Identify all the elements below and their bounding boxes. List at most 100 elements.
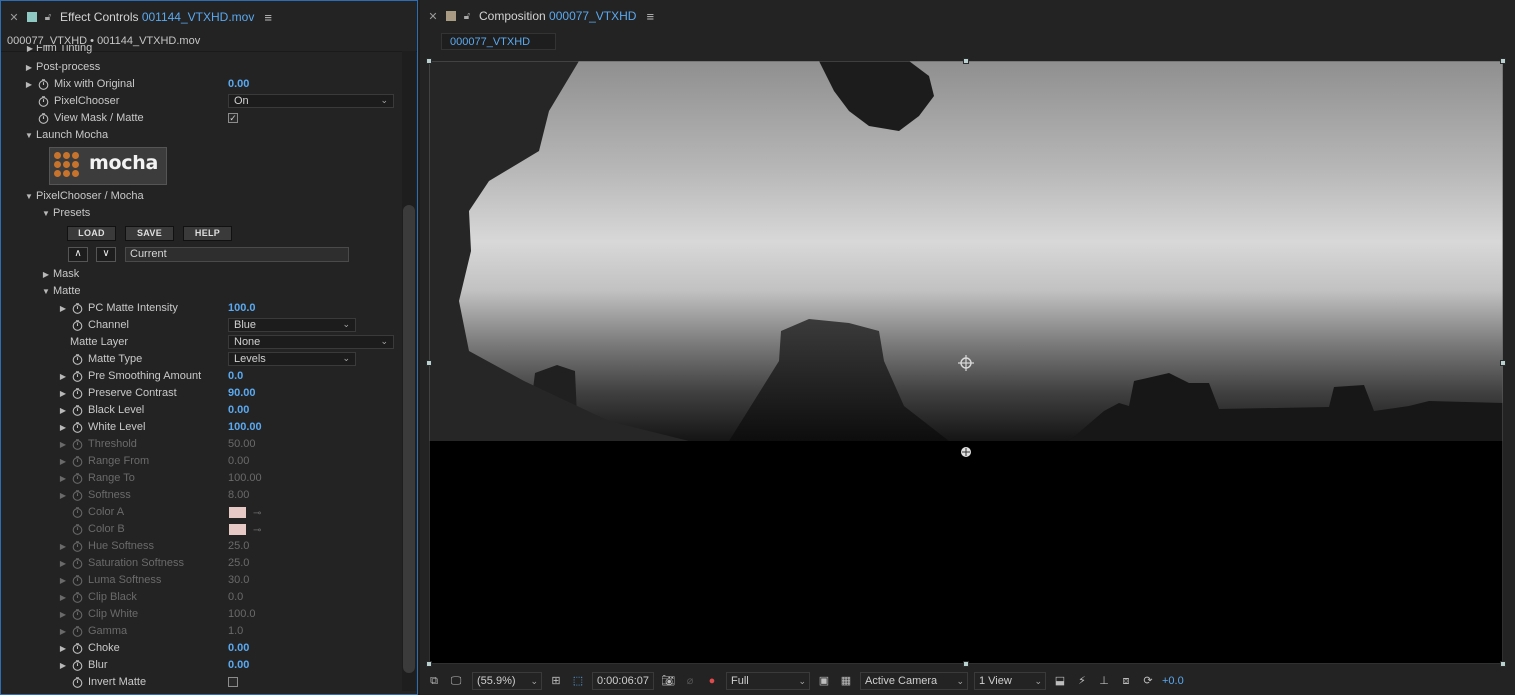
stopwatch-icon[interactable] xyxy=(72,405,83,416)
collapse-triangle-icon[interactable]: ▼ xyxy=(24,188,34,205)
tracker-point-icon[interactable] xyxy=(961,447,971,457)
expand-triangle-icon[interactable]: ▶ xyxy=(58,385,68,402)
property-value[interactable]: 0.00 xyxy=(228,640,249,657)
layer-handle[interactable] xyxy=(426,360,432,366)
stopwatch-icon[interactable] xyxy=(72,388,83,399)
property-value[interactable]: 0.00 xyxy=(228,657,249,674)
stopwatch-icon[interactable] xyxy=(72,677,83,688)
panel-title-prefix[interactable]: Composition xyxy=(479,9,546,23)
monitor-icon[interactable]: 🖵︎ xyxy=(448,672,464,690)
lock-icon[interactable]: 🔓︎ xyxy=(42,12,54,23)
stopwatch-icon[interactable] xyxy=(38,96,49,107)
property-group-presets[interactable]: ▼ Presets xyxy=(1,205,401,222)
property-value[interactable]: 100.00 xyxy=(228,419,262,436)
property-group-post-process[interactable]: ▶ Post-process xyxy=(1,59,401,76)
view-mask-checkbox[interactable]: ✓ xyxy=(228,113,238,123)
color-channels-icon[interactable]: ● xyxy=(704,672,720,690)
panel-title-file[interactable]: 001144_VTXHD.mov xyxy=(142,10,255,24)
magnification-dropdown[interactable]: (55.9%) ⌄ xyxy=(472,672,542,690)
expand-triangle-icon[interactable]: ▶ xyxy=(58,419,68,436)
preset-down-button[interactable]: ∨ xyxy=(96,247,116,262)
stopwatch-icon[interactable] xyxy=(38,79,49,90)
layer-handle[interactable] xyxy=(1500,360,1506,366)
flowchart-icon[interactable]: ⧈ xyxy=(1118,672,1134,690)
help-button[interactable]: HELP xyxy=(183,226,232,241)
property-value[interactable]: 0.00 xyxy=(228,76,249,93)
reset-exposure-icon[interactable]: ⟳ xyxy=(1140,672,1156,690)
collapse-triangle-icon[interactable]: ▼ xyxy=(24,127,34,144)
expand-triangle-icon[interactable]: ▶ xyxy=(41,266,51,283)
layer-handle[interactable] xyxy=(1500,661,1506,667)
resolution-dropdown[interactable]: Full ⌄ xyxy=(726,672,810,690)
expand-triangle-icon[interactable]: ▶ xyxy=(58,640,68,657)
expand-triangle-icon[interactable]: ▶ xyxy=(25,45,35,57)
stopwatch-icon[interactable] xyxy=(72,371,83,382)
stopwatch-icon[interactable] xyxy=(72,320,83,331)
layer-handle[interactable] xyxy=(1500,58,1506,64)
camera-view-dropdown[interactable]: Active Camera ⌄ xyxy=(860,672,968,690)
panel-menu-icon[interactable]: ≡ xyxy=(264,10,272,25)
always-preview-icon[interactable]: ⧉ xyxy=(426,672,442,690)
show-snapshot-icon[interactable]: ⌀ xyxy=(682,672,698,690)
close-panel-icon[interactable]: ✕ xyxy=(5,11,23,24)
property-value[interactable]: 0.00 xyxy=(228,402,249,419)
layer-handle[interactable] xyxy=(963,661,969,667)
launch-mocha-button[interactable]: mocha xyxy=(49,147,167,185)
layer-handle[interactable] xyxy=(426,661,432,667)
preset-name-field[interactable]: Current xyxy=(125,247,349,262)
matte-layer-dropdown[interactable]: None ⌄ xyxy=(228,335,394,349)
view-layout-dropdown[interactable]: 1 View ⌄ xyxy=(974,672,1046,690)
expand-triangle-icon[interactable]: ▶ xyxy=(58,657,68,674)
pixelchooser-dropdown[interactable]: On ⌄ xyxy=(228,94,394,108)
property-group-matte[interactable]: ▼ Matte xyxy=(1,283,401,300)
stopwatch-icon[interactable] xyxy=(72,660,83,671)
save-preset-button[interactable]: SAVE xyxy=(125,226,174,241)
load-preset-button[interactable]: LOAD xyxy=(67,226,116,241)
collapse-triangle-icon[interactable]: ▼ xyxy=(41,205,51,222)
mask-path-visibility-icon[interactable]: ⬚ xyxy=(570,672,586,690)
expand-triangle-icon[interactable]: ▶ xyxy=(58,300,68,317)
invert-matte-checkbox[interactable] xyxy=(228,677,238,687)
property-value[interactable]: 100.0 xyxy=(228,300,256,317)
panel-title-prefix[interactable]: Effect Controls xyxy=(60,10,138,24)
expand-triangle-icon[interactable]: ▶ xyxy=(58,368,68,385)
layer-handle[interactable] xyxy=(426,58,432,64)
composition-viewer[interactable] xyxy=(429,61,1503,664)
composition-tab[interactable]: 000077_VTXHD xyxy=(441,33,556,50)
property-value[interactable]: 0.0 xyxy=(228,368,243,385)
matte-type-dropdown[interactable]: Levels ⌄ xyxy=(228,352,356,366)
property-group-launch-mocha[interactable]: ▼ Launch Mocha xyxy=(1,127,401,144)
toggle-pixel-aspect-icon[interactable]: ⬓ xyxy=(1052,672,1068,690)
snapshot-camera-icon[interactable]: 📷︎ xyxy=(660,672,676,690)
property-range-from: ▶ Range From 0.00 xyxy=(1,453,401,470)
close-panel-icon[interactable]: ✕ xyxy=(424,10,442,23)
region-of-interest-icon[interactable]: ▣ xyxy=(816,672,832,690)
property-value[interactable]: 90.00 xyxy=(228,385,256,402)
timeline-icon[interactable]: ⊥ xyxy=(1096,672,1112,690)
expand-triangle-icon[interactable]: ▶ xyxy=(24,76,34,93)
layer-handle[interactable] xyxy=(963,58,969,64)
preset-up-button[interactable]: ∧ xyxy=(68,247,88,262)
panel-menu-icon[interactable]: ≡ xyxy=(646,9,654,24)
collapse-triangle-icon[interactable]: ▼ xyxy=(41,283,51,300)
lock-icon[interactable]: 🔓︎ xyxy=(461,11,473,22)
stopwatch-icon[interactable] xyxy=(72,422,83,433)
stopwatch-icon[interactable] xyxy=(38,113,49,124)
exposure-value[interactable]: +0.0 xyxy=(1162,672,1184,690)
fast-previews-icon[interactable]: ⚡︎ xyxy=(1074,672,1090,690)
property-group-pixelchooser-mocha[interactable]: ▼ PixelChooser / Mocha xyxy=(1,188,401,205)
panel-title-comp[interactable]: 000077_VTXHD xyxy=(549,9,636,23)
label-color-swatch[interactable] xyxy=(446,11,456,21)
stopwatch-icon[interactable] xyxy=(72,643,83,654)
scrollbar-thumb[interactable] xyxy=(403,205,415,673)
expand-triangle-icon[interactable]: ▶ xyxy=(58,402,68,419)
property-group-mask[interactable]: ▶ Mask xyxy=(1,266,401,283)
grid-guide-icon[interactable]: ⊞ xyxy=(548,672,564,690)
transparency-grid-icon[interactable]: ▦ xyxy=(838,672,854,690)
channel-dropdown[interactable]: Blue ⌄ xyxy=(228,318,356,332)
expand-triangle-icon[interactable]: ▶ xyxy=(24,59,34,76)
current-time-display[interactable]: 0:00:06:07 xyxy=(592,672,654,690)
stopwatch-icon[interactable] xyxy=(72,354,83,365)
label-color-swatch[interactable] xyxy=(27,12,37,22)
stopwatch-icon[interactable] xyxy=(72,303,83,314)
